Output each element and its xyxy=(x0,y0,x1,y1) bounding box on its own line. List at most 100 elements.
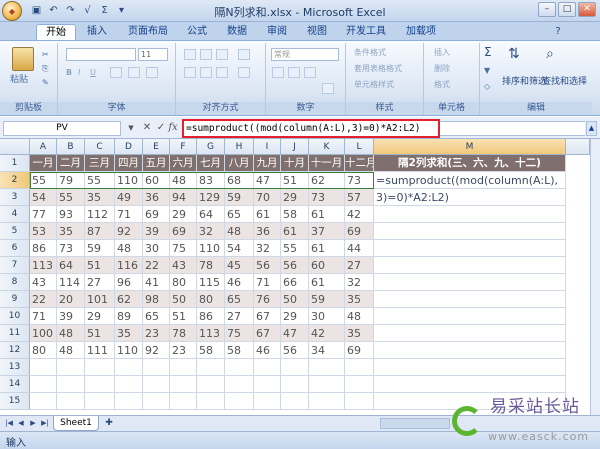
number-format-box[interactable]: 常规 xyxy=(271,48,339,61)
data-cell[interactable]: 89 xyxy=(115,308,143,325)
wrap-text-icon[interactable] xyxy=(238,49,250,60)
data-cell[interactable]: 110 xyxy=(115,172,143,189)
formula-input[interactable]: =sumproduct((mod(column(A:L),3)=0)*A2:L2… xyxy=(182,119,440,138)
align-middle-icon[interactable] xyxy=(200,49,212,60)
cell[interactable] xyxy=(309,393,345,410)
cell[interactable] xyxy=(345,359,374,376)
tab-formulas[interactable]: 公式 xyxy=(180,24,214,40)
row-header[interactable]: 13 xyxy=(0,359,30,376)
data-cell[interactable]: 114 xyxy=(57,274,85,291)
spreadsheet-grid[interactable]: A B C D E F G H I J K L M 1 一月 二月 三月 四月 五月 六月 七月 八月 九月 十月 十一月 十二月… xyxy=(0,139,590,415)
formula-input-area[interactable] xyxy=(440,121,585,136)
conditional-format-button[interactable]: 条件格式 xyxy=(354,47,386,58)
data-cell[interactable]: 55 xyxy=(30,172,57,189)
data-cell[interactable]: 22 xyxy=(30,291,57,308)
data-cell[interactable]: 51 xyxy=(281,172,309,189)
data-cell[interactable]: 111 xyxy=(85,342,115,359)
border-icon[interactable] xyxy=(110,67,122,78)
comma-icon[interactable] xyxy=(304,67,316,78)
data-cell[interactable]: 34 xyxy=(309,342,345,359)
cell[interactable] xyxy=(374,206,566,223)
data-cell[interactable]: 73 xyxy=(345,172,374,189)
last-sheet-icon[interactable]: ▶| xyxy=(40,418,50,429)
data-cell[interactable]: 61 xyxy=(281,223,309,240)
next-sheet-icon[interactable]: ▶ xyxy=(28,418,38,429)
data-cell[interactable]: 55 xyxy=(281,240,309,257)
data-cell[interactable]: 83 xyxy=(197,172,225,189)
cell[interactable] xyxy=(374,308,566,325)
row-header[interactable]: 10 xyxy=(0,308,30,325)
data-cell[interactable]: 48 xyxy=(57,342,85,359)
minimize-icon[interactable]: – xyxy=(538,2,556,17)
cell[interactable] xyxy=(30,393,57,410)
header-cell[interactable]: 一月 xyxy=(30,155,57,172)
row-header[interactable]: 6 xyxy=(0,240,30,257)
cell[interactable] xyxy=(143,393,170,410)
cell[interactable] xyxy=(143,376,170,393)
row-header[interactable]: 9 xyxy=(0,291,30,308)
row-header[interactable]: 11 xyxy=(0,325,30,342)
data-cell[interactable]: 73 xyxy=(57,240,85,257)
column-header[interactable]: M xyxy=(374,139,566,155)
cell[interactable] xyxy=(85,359,115,376)
data-cell[interactable]: 37 xyxy=(309,223,345,240)
data-cell[interactable]: 30 xyxy=(309,308,345,325)
data-cell[interactable]: 29 xyxy=(281,308,309,325)
data-cell[interactable]: 35 xyxy=(57,223,85,240)
data-cell[interactable]: 35 xyxy=(345,291,374,308)
data-cell[interactable]: 36 xyxy=(143,189,170,206)
data-cell[interactable]: 75 xyxy=(225,325,254,342)
font-name-box[interactable] xyxy=(66,48,136,61)
data-cell[interactable]: 78 xyxy=(170,325,197,342)
row-header[interactable]: 14 xyxy=(0,376,30,393)
sort-filter-icon[interactable]: ⇅ xyxy=(508,47,520,61)
data-cell[interactable]: 51 xyxy=(170,308,197,325)
data-cell[interactable]: 80 xyxy=(170,274,197,291)
data-cell[interactable]: 29 xyxy=(85,308,115,325)
data-cell[interactable]: 51 xyxy=(85,325,115,342)
data-cell[interactable]: 43 xyxy=(30,274,57,291)
data-cell[interactable]: 68 xyxy=(225,172,254,189)
data-cell[interactable]: 98 xyxy=(143,291,170,308)
column-header[interactable]: D xyxy=(115,139,143,155)
data-cell[interactable]: 110 xyxy=(197,240,225,257)
cell[interactable] xyxy=(281,376,309,393)
find-select-icon[interactable]: ⌕ xyxy=(546,47,554,61)
find-select-button[interactable]: 查找和选择 xyxy=(542,77,587,88)
percent-icon[interactable] xyxy=(288,67,300,78)
data-cell[interactable]: 113 xyxy=(197,325,225,342)
column-header[interactable]: A xyxy=(30,139,57,155)
cell[interactable] xyxy=(374,223,566,240)
format-painter-icon[interactable]: ✎ xyxy=(42,77,49,88)
data-cell[interactable]: 41 xyxy=(143,274,170,291)
row-header[interactable]: 12 xyxy=(0,342,30,359)
cell[interactable] xyxy=(57,376,85,393)
data-cell[interactable]: 62 xyxy=(309,172,345,189)
data-cell[interactable]: 76 xyxy=(254,291,281,308)
data-cell[interactable]: 23 xyxy=(170,342,197,359)
row-header[interactable]: 3 xyxy=(0,189,30,206)
data-cell[interactable]: 59 xyxy=(225,189,254,206)
cell[interactable] xyxy=(57,393,85,410)
paste-button[interactable]: 粘贴 xyxy=(10,75,28,86)
tab-review[interactable]: 审阅 xyxy=(260,24,294,40)
data-cell[interactable]: 50 xyxy=(281,291,309,308)
data-cell[interactable]: 58 xyxy=(197,342,225,359)
tab-addins[interactable]: 加载项 xyxy=(398,24,444,40)
data-cell[interactable]: 48 xyxy=(115,240,143,257)
cell[interactable] xyxy=(374,359,566,376)
data-cell[interactable]: 49 xyxy=(115,189,143,206)
cell[interactable] xyxy=(254,376,281,393)
row-header[interactable]: 7 xyxy=(0,257,30,274)
data-cell[interactable]: 58 xyxy=(225,342,254,359)
column-header[interactable]: J xyxy=(281,139,309,155)
data-cell[interactable]: 112 xyxy=(85,206,115,223)
cell[interactable] xyxy=(374,376,566,393)
data-cell[interactable]: 60 xyxy=(143,172,170,189)
data-cell[interactable]: 64 xyxy=(57,257,85,274)
cut-icon[interactable]: ✂ xyxy=(42,49,49,60)
data-cell[interactable]: 80 xyxy=(30,342,57,359)
data-cell[interactable]: 54 xyxy=(225,240,254,257)
name-box[interactable]: PV xyxy=(3,121,121,136)
data-cell[interactable]: 44 xyxy=(345,240,374,257)
